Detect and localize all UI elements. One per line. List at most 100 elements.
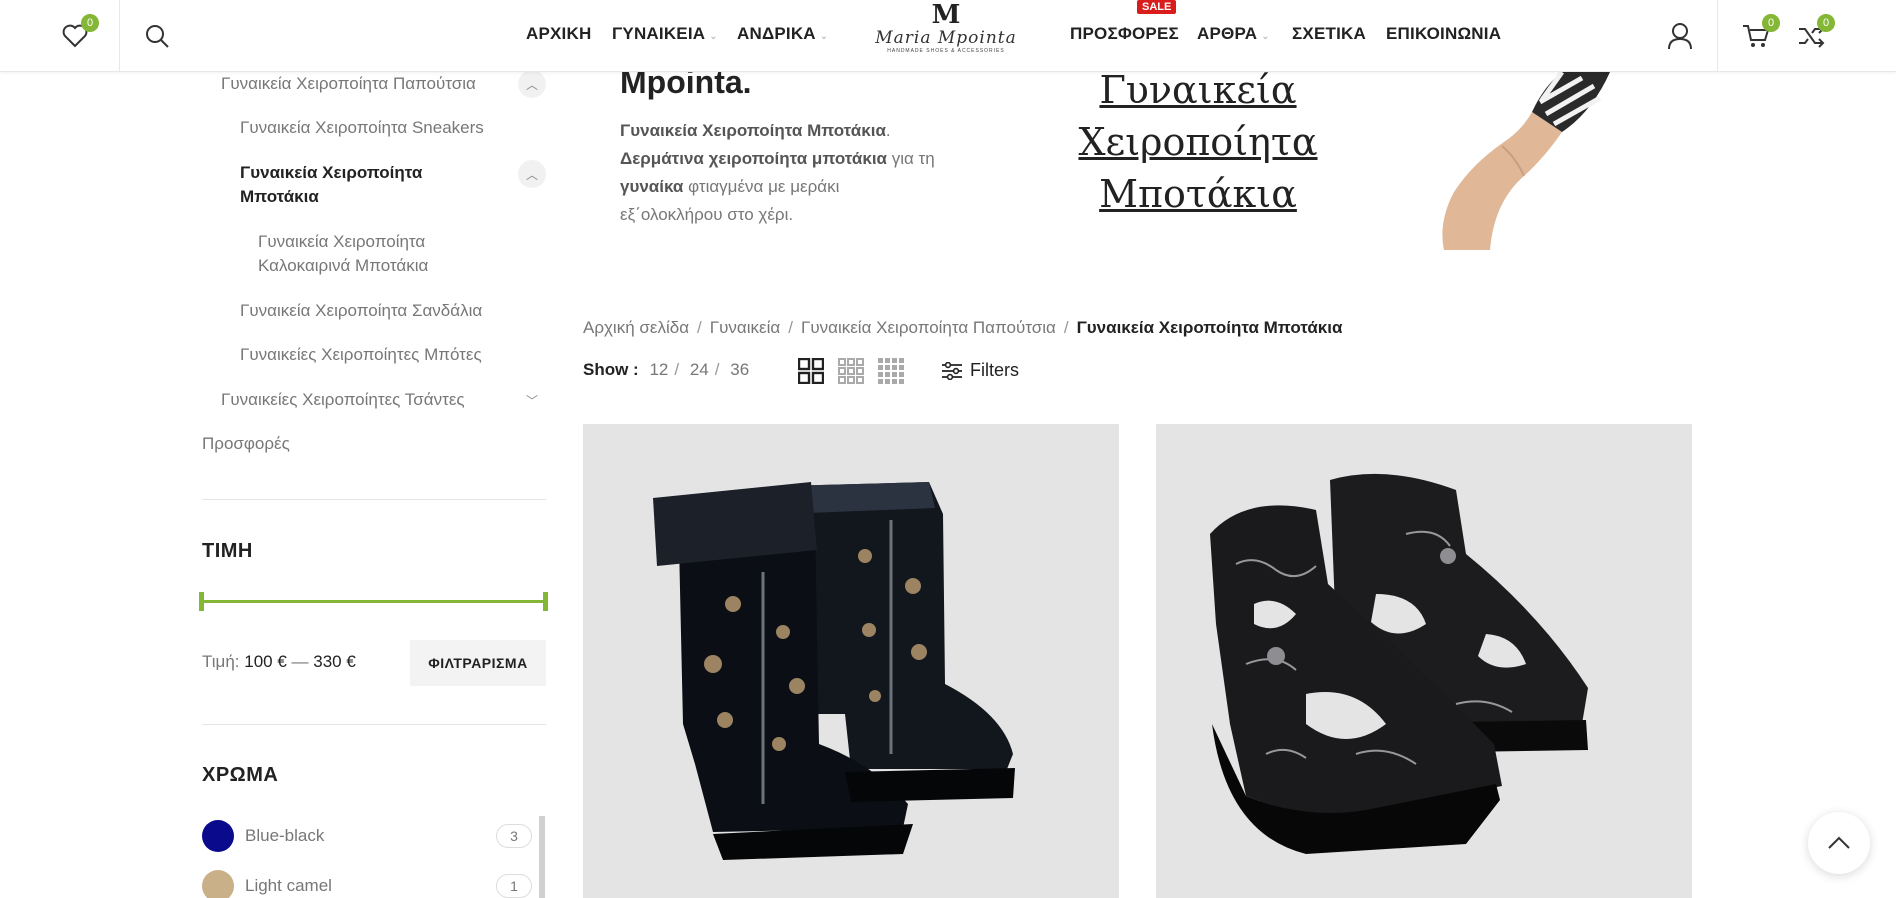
hero-desc-bold-3: γυναίκα	[620, 177, 684, 196]
chevron-up-icon	[1828, 836, 1850, 849]
site-logo[interactable]: M Maria Mpointa HANDMADE SHOES & ACCESSO…	[866, 2, 1026, 68]
sidebar-item-shoes[interactable]: Γυναικεία Χειροποίητα Παπούτσια	[221, 72, 476, 96]
sidebar-item-bags[interactable]: Γυναικείες Χειροποίητες Τσάντες	[221, 388, 465, 412]
nav-men-label: ΑΝΔΡΙΚΑ	[737, 24, 816, 43]
breadcrumb-separator: /	[788, 318, 793, 337]
logo-name: Maria Mpointa	[875, 28, 1017, 48]
price-slider-min-handle[interactable]	[199, 592, 204, 611]
back-to-top-button[interactable]	[1808, 812, 1870, 874]
sidebar-divider	[202, 724, 546, 725]
filters-toggle[interactable]: Filters	[942, 360, 1019, 381]
per-page-24[interactable]: 24	[690, 360, 709, 379]
per-page-36[interactable]: 36	[730, 360, 749, 379]
search-icon[interactable]	[139, 18, 175, 54]
hero-desc-bold-1: Γυναικεία Χειροποίητα Μποτάκια	[620, 121, 886, 140]
hero-leg-image	[1432, 72, 1622, 250]
color-swatch-blue-black[interactable]	[202, 820, 234, 852]
per-page-12[interactable]: 12	[649, 360, 668, 379]
color-name-light-camel[interactable]: Light camel	[245, 876, 332, 896]
cart-icon[interactable]: 0	[1738, 14, 1780, 54]
nav-offers[interactable]: ΠΡΟΣΦΟΡΕΣ	[1070, 24, 1179, 44]
hero-desc-text-2: για τη	[887, 149, 935, 168]
breadcrumb-women[interactable]: Γυναικεία	[710, 318, 780, 337]
header-divider	[1717, 0, 1718, 72]
sidebar-item-tall-boots[interactable]: Γυναικείες Χειροποίητες Μπότες	[240, 343, 482, 367]
chevron-down-icon: ⌄	[819, 31, 829, 42]
price-dash: —	[291, 652, 309, 671]
site-header: 0 ΑΡΧΙΚΗ ΓΥΝΑΙΚΕΙΑ ⌄ ΑΝΔΡΙΚΑ ⌄ M Maria Mpo…	[0, 0, 1896, 72]
sidebar-item-sneakers[interactable]: Γυναικεία Χειροποίητα Sneakers	[240, 116, 484, 140]
compare-icon[interactable]: 0	[1793, 14, 1835, 54]
breadcrumb-home[interactable]: Αρχική σελίδα	[583, 318, 689, 337]
chevron-down-icon: ⌄	[1261, 31, 1270, 42]
chevron-down-icon: ⌄	[709, 31, 718, 42]
nav-about[interactable]: ΣΧΕΤΙΚΑ	[1292, 24, 1366, 44]
nav-men[interactable]: ΑΝΔΡΙΚΑ ⌄	[737, 24, 828, 44]
breadcrumb-shoes[interactable]: Γυναικεία Χειροποίητα Παπούτσια	[801, 318, 1056, 337]
filters-label: Filters	[970, 360, 1019, 380]
color-list-scrollbar[interactable]	[539, 816, 545, 898]
grid-2-columns-icon[interactable]	[797, 357, 825, 385]
sidebar-item-boots-line1: Γυναικεία Χειροποίητα	[240, 163, 423, 182]
filters-icon	[942, 361, 962, 380]
account-icon[interactable]	[1662, 18, 1698, 54]
cart-count-badge: 0	[1762, 14, 1780, 32]
product-image-boots	[583, 424, 1119, 898]
wishlist-count-badge: 0	[81, 14, 99, 32]
header-divider	[119, 0, 120, 72]
nav-articles-label: ΑΡΘΡΑ	[1197, 24, 1258, 43]
grid-4-columns-icon[interactable]	[878, 358, 904, 384]
hero-desc-bold-2: Δερμάτινα χειροποίητα μποτάκια	[620, 149, 887, 168]
chevron-up-icon[interactable]: ︿	[518, 160, 546, 188]
product-card-sandal-boots[interactable]	[1156, 424, 1692, 898]
breadcrumb: Αρχική σελίδα / Γυναικεία / Γυναικεία Χειροπ…	[583, 318, 1342, 338]
nav-home[interactable]: ΑΡΧΙΚΗ	[526, 24, 591, 44]
product-image-sandal-boots	[1156, 424, 1692, 898]
price-slider-track[interactable]	[202, 600, 546, 603]
sidebar-item-boots-line2: Μποτάκια	[240, 187, 319, 206]
price-filter-button[interactable]: ΦΙΛΤΡΑΡΙΣΜΑ	[410, 640, 546, 686]
logo-tagline: HANDMADE SHOES & ACCESSORIES	[887, 48, 1005, 54]
sale-badge: SALE	[1137, 0, 1177, 14]
color-swatch-light-camel[interactable]	[202, 870, 234, 898]
compare-count-badge: 0	[1817, 14, 1835, 32]
sidebar-item-sandals[interactable]: Γυναικεία Χειροποίητα Σανδάλια	[240, 299, 482, 323]
sidebar-item-boots[interactable]: Γυναικεία Χειροποίητα Μποτάκια	[240, 161, 422, 209]
wishlist-icon[interactable]: 0	[57, 14, 99, 54]
logo-mark: M	[931, 0, 961, 30]
show-label: Show :	[583, 360, 639, 379]
per-page-selector: Show : 12 / 24 / 36	[583, 360, 755, 380]
color-count-light-camel: 1	[496, 874, 532, 898]
color-filter-title: ΧΡΩΜΑ	[202, 764, 279, 786]
breadcrumb-current: Γυναικεία Χειροποίητα Μποτάκια	[1076, 318, 1343, 337]
price-label-text: Τιμή:	[202, 652, 240, 671]
breadcrumb-separator: /	[697, 318, 702, 337]
hero-desc-text-1: .	[885, 121, 891, 140]
sidebar-divider	[202, 499, 546, 500]
hero-heading-line2: Χειροποίητα	[1078, 120, 1318, 164]
product-card-boots[interactable]	[583, 424, 1119, 898]
hero-description: Γυναικεία Χειροποίητα Μποτάκια. Δερμάτιν…	[620, 117, 940, 229]
hero-heading-line3: Μποτάκια	[1099, 172, 1297, 216]
nav-women-label: ΓΥΝΑΙΚΕΙΑ	[612, 24, 706, 43]
price-slider-max-handle[interactable]	[543, 592, 548, 611]
sidebar-item-offers[interactable]: Προσφορές	[202, 432, 290, 456]
sidebar-item-summer-line1: Γυναικεία Χειροποίητα	[258, 232, 426, 251]
color-count-blue-black: 3	[496, 824, 532, 848]
per-page-separator: /	[674, 360, 680, 379]
breadcrumb-separator: /	[1063, 318, 1069, 337]
per-page-separator: /	[714, 360, 720, 379]
nav-articles[interactable]: ΑΡΘΡΑ ⌄	[1197, 24, 1270, 44]
nav-contact[interactable]: ΕΠΙΚΟΙΝΩΝΙΑ	[1386, 24, 1501, 44]
nav-women[interactable]: ΓΥΝΑΙΚΕΙΑ ⌄	[612, 24, 718, 44]
color-name-blue-black[interactable]: Blue-black	[245, 826, 324, 846]
price-min: 100 €	[244, 652, 287, 671]
hero-heading-line1: Γυναικεία	[1099, 68, 1297, 112]
price-max: 330 €	[313, 652, 356, 671]
grid-3-columns-icon[interactable]	[838, 358, 864, 384]
chevron-up-icon[interactable]: ︿	[518, 70, 546, 98]
chevron-down-icon[interactable]: ﹀	[518, 386, 546, 414]
price-filter-title: ΤΙΜΗ	[202, 540, 253, 562]
sidebar-item-summer-boots[interactable]: Γυναικεία Χειροποίητα Καλοκαιρινά Μποτάκι…	[258, 230, 428, 278]
hero-category-heading[interactable]: Γυναικεία Χειροποίητα Μποτάκια	[1070, 64, 1326, 220]
